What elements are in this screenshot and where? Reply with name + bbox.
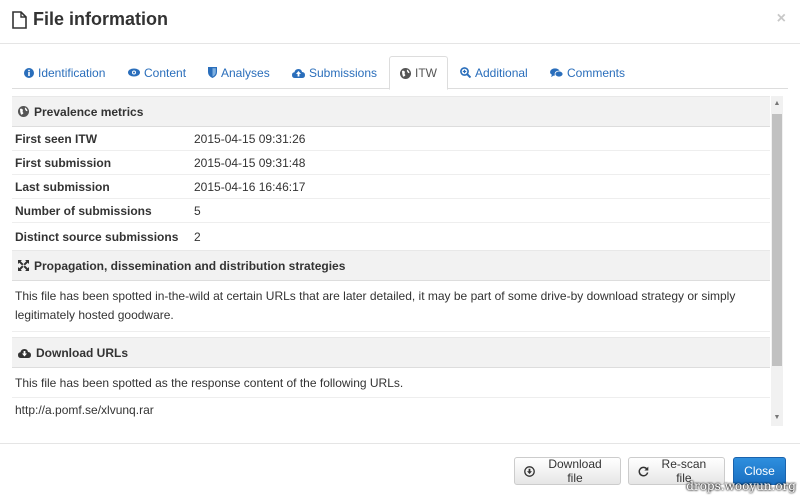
metric-label: First submission bbox=[15, 155, 112, 170]
metric-row-number-of-submissions: Number of submissions 5 bbox=[12, 199, 770, 223]
metric-value: 2015-04-16 16:46:17 bbox=[194, 179, 306, 194]
refresh-icon bbox=[638, 466, 649, 476]
globe-icon bbox=[400, 67, 411, 79]
metric-row-first-submission: First submission 2015-04-15 09:31:48 bbox=[12, 151, 770, 175]
eye-icon bbox=[128, 68, 140, 77]
content-scrollbar[interactable]: ▲ ▼ bbox=[771, 96, 783, 426]
metric-label: Number of submissions bbox=[15, 203, 152, 218]
tab-analyses[interactable]: Analyses bbox=[198, 56, 280, 89]
metric-value: 5 bbox=[194, 203, 201, 218]
metric-value: 2015-04-15 09:31:48 bbox=[194, 155, 306, 170]
metric-label: Last submission bbox=[15, 179, 110, 194]
watermark: drops.wooyun.org bbox=[686, 479, 796, 493]
metric-row-distinct-sources: Distinct source submissions 2 bbox=[12, 223, 770, 250]
section-download-urls: Download URLs bbox=[12, 337, 770, 368]
tab-itw[interactable]: ITW bbox=[389, 56, 448, 90]
metric-value: 2 bbox=[194, 229, 201, 244]
tab-additional[interactable]: Additional bbox=[450, 56, 538, 89]
metric-value: 2015-04-15 09:31:26 bbox=[194, 131, 306, 146]
metric-row-first-seen: First seen ITW 2015-04-15 09:31:26 bbox=[12, 127, 770, 151]
tab-identification[interactable]: Identification bbox=[14, 56, 115, 89]
info-icon bbox=[24, 67, 34, 78]
zoom-icon bbox=[460, 67, 471, 78]
metric-row-last-submission: Last submission 2015-04-16 16:46:17 bbox=[12, 175, 770, 199]
cloud-download-icon bbox=[18, 348, 31, 358]
modal-title-text: File information bbox=[33, 9, 168, 29]
propagation-description: This file has been spotted in-the-wild a… bbox=[12, 281, 770, 332]
modal-title: File information bbox=[12, 9, 168, 30]
metric-label: First seen ITW bbox=[15, 131, 98, 146]
itw-content-panel: Prevalence metrics First seen ITW 2015-0… bbox=[12, 96, 770, 426]
download-urls-description: This file has been spotted as the respon… bbox=[12, 368, 770, 398]
download-file-button[interactable]: Download file bbox=[514, 457, 621, 485]
download-circle-icon bbox=[524, 465, 535, 477]
scroll-down-arrow-icon[interactable]: ▼ bbox=[771, 412, 783, 424]
scroll-thumb[interactable] bbox=[772, 114, 782, 366]
shield-icon bbox=[208, 67, 217, 78]
section-prevalence-metrics: Prevalence metrics bbox=[12, 96, 770, 127]
globe-icon bbox=[18, 106, 29, 117]
download-url-item: http://a.pomf.se/xlvunq.rar bbox=[15, 403, 154, 417]
tab-submissions[interactable]: Submissions bbox=[282, 56, 387, 89]
tab-comments[interactable]: Comments bbox=[540, 56, 635, 89]
file-information-modal: File information × Identification Conten… bbox=[0, 0, 800, 496]
expand-arrows-icon bbox=[18, 260, 29, 271]
file-icon bbox=[12, 10, 27, 29]
modal-header: File information × bbox=[0, 0, 800, 44]
cloud-upload-icon bbox=[292, 68, 305, 78]
tab-content[interactable]: Content bbox=[118, 56, 196, 89]
modal-footer: Download file Re-scan file Close bbox=[0, 443, 800, 496]
scroll-up-arrow-icon[interactable]: ▲ bbox=[771, 98, 783, 110]
section-propagation: Propagation, dissemination and distribut… bbox=[12, 250, 770, 281]
close-icon[interactable]: × bbox=[777, 10, 786, 28]
metric-label: Distinct source submissions bbox=[15, 229, 179, 244]
comments-icon bbox=[550, 67, 563, 77]
tab-bar: Identification Content Analyses Submissi… bbox=[12, 56, 788, 90]
